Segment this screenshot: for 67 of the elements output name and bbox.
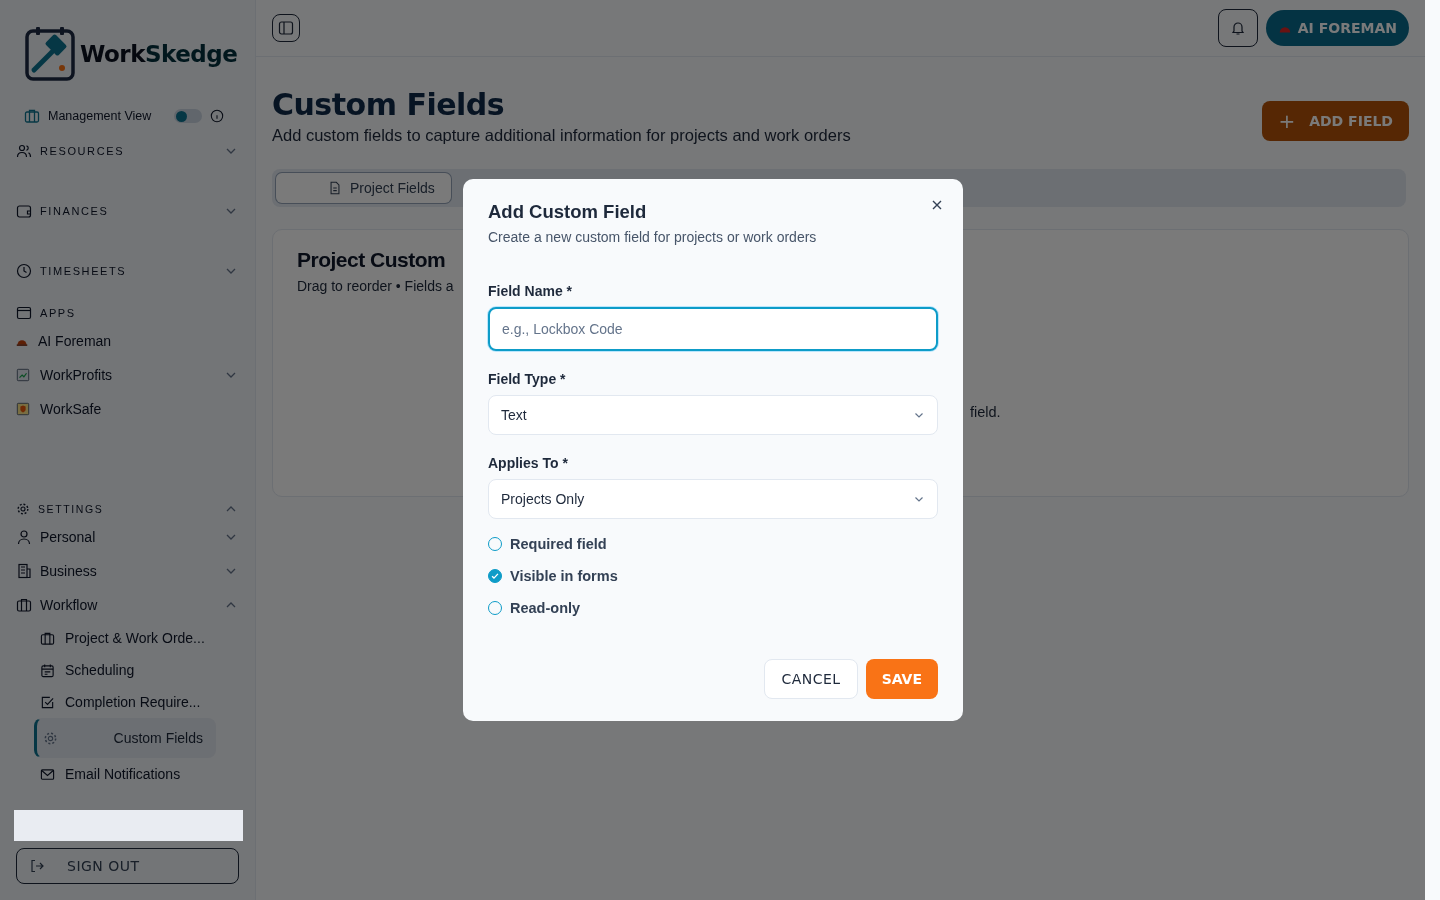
briefcase-icon bbox=[40, 630, 55, 646]
cancel-button[interactable]: CANCEL bbox=[764, 659, 858, 699]
clock-icon bbox=[16, 263, 32, 279]
app-item[interactable]: WorkProfits bbox=[16, 358, 239, 392]
bell-icon bbox=[1229, 20, 1246, 36]
mail-icon bbox=[40, 766, 55, 782]
applies-to-select[interactable]: Projects Only bbox=[488, 479, 938, 519]
app-item[interactable]: AI Foreman bbox=[16, 324, 239, 358]
wallet-icon bbox=[16, 203, 32, 219]
gear-icon bbox=[16, 502, 30, 516]
sidebar-icon bbox=[278, 20, 294, 36]
logo-wordmark: WorkSkedge bbox=[80, 41, 238, 67]
apps-heading: APPS bbox=[40, 307, 77, 319]
check-icon bbox=[490, 571, 500, 581]
settings-item[interactable]: Personal bbox=[16, 520, 239, 554]
briefcase-icon bbox=[16, 597, 32, 613]
management-view-switch[interactable] bbox=[174, 109, 202, 123]
logo-icon bbox=[24, 26, 76, 82]
chart-icon bbox=[16, 368, 30, 382]
field-label: Field Name * bbox=[488, 283, 573, 299]
add-field-button[interactable]: + ADD FIELD bbox=[1262, 101, 1409, 141]
sidebar-toggle-button[interactable] bbox=[272, 14, 300, 42]
sidebar-section[interactable]: RESOURCES bbox=[16, 139, 239, 163]
sidebar-section[interactable]: FINANCES bbox=[16, 199, 239, 223]
sidebar-section[interactable]: TIMESHEETS bbox=[16, 259, 239, 283]
checkbox-label: Required field bbox=[510, 536, 607, 552]
checkbox-label: Visible in forms bbox=[510, 568, 618, 584]
tab[interactable]: Project Fields bbox=[276, 173, 451, 203]
settings-section[interactable]: SETTINGS bbox=[16, 498, 239, 520]
checkbox-icon bbox=[40, 694, 55, 710]
field-label: Applies To * bbox=[488, 455, 568, 471]
info-icon[interactable] bbox=[210, 109, 224, 123]
card-subtitle: Drag to reorder • Fields a bbox=[297, 278, 454, 294]
save-button[interactable]: SAVE bbox=[865, 659, 938, 699]
sign-out-button[interactable]: SIGN OUT bbox=[16, 848, 239, 884]
empty-state-text: field. bbox=[970, 404, 1001, 420]
users-icon bbox=[16, 143, 32, 159]
calendar-icon bbox=[40, 662, 55, 678]
settings-subitem[interactable]: Project & Work Orde... bbox=[40, 622, 222, 654]
window-icon bbox=[16, 305, 32, 321]
document-icon bbox=[328, 181, 342, 195]
settings-subitem[interactable]: Email Notifications bbox=[40, 758, 222, 790]
settings-subitem[interactable]: Custom Fields bbox=[34, 718, 216, 758]
app-item[interactable]: WorkSafe bbox=[16, 392, 239, 426]
sign-out-icon bbox=[29, 858, 45, 874]
ai-foreman-button[interactable]: AI FOREMAN bbox=[1265, 10, 1409, 46]
field-type-select[interactable]: Text bbox=[488, 395, 938, 435]
checkbox[interactable] bbox=[488, 569, 502, 583]
field-name-input[interactable]: e.g., Lockbox Code bbox=[488, 307, 938, 351]
management-view-label: Management View bbox=[48, 109, 153, 123]
shield-icon bbox=[16, 402, 30, 416]
settings-item[interactable]: Workflow bbox=[16, 588, 239, 622]
checkbox-label: Read-only bbox=[510, 600, 581, 616]
building-icon bbox=[16, 563, 32, 579]
dialog-title: Add Custom Field bbox=[488, 201, 647, 223]
card-title: Project Custom bbox=[297, 248, 446, 272]
briefcase-icon bbox=[24, 108, 40, 124]
page-title: Custom Fields bbox=[272, 87, 506, 122]
user-icon bbox=[16, 529, 32, 545]
settings-subitem[interactable]: Scheduling bbox=[40, 654, 222, 686]
settings-subitem[interactable]: Completion Require... bbox=[40, 686, 222, 718]
gear-icon bbox=[43, 730, 58, 746]
page-subtitle: Add custom fields to capture additional information for projects and work orders bbox=[272, 126, 852, 145]
notifications-button[interactable] bbox=[1217, 9, 1258, 47]
field-label: Field Type * bbox=[488, 371, 566, 387]
dialog-subtitle: Create a new custom field for projects or work orders bbox=[488, 229, 817, 245]
settings-item[interactable]: Business bbox=[16, 554, 239, 588]
